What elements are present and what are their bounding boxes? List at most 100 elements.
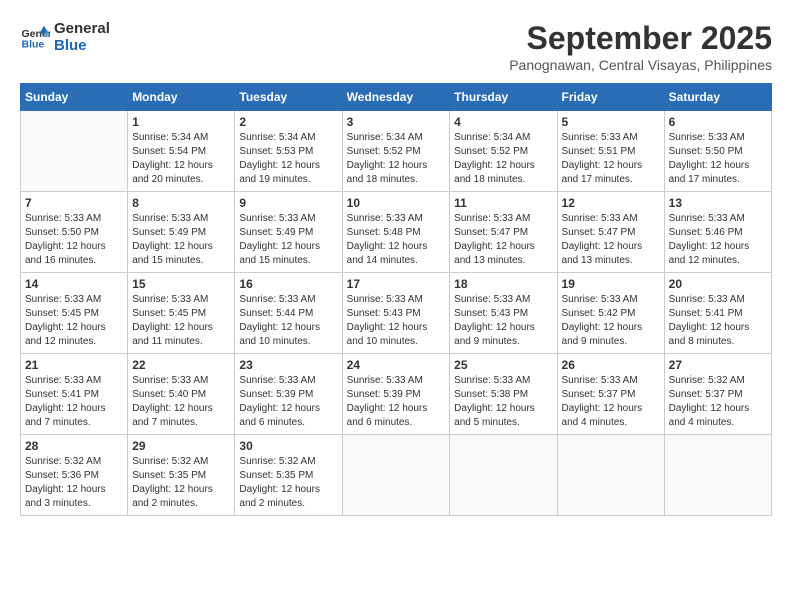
day-header-friday: Friday [557, 84, 664, 111]
calendar-cell: 4 Sunrise: 5:34 AM Sunset: 5:52 PM Daylig… [450, 111, 557, 192]
cell-date: 3 [347, 115, 446, 129]
calendar-cell: 12 Sunrise: 5:33 AM Sunset: 5:47 PM Dayli… [557, 192, 664, 273]
calendar-cell: 5 Sunrise: 5:33 AM Sunset: 5:51 PM Daylig… [557, 111, 664, 192]
cell-content: Sunrise: 5:33 AM Sunset: 5:51 PM Dayligh… [562, 131, 660, 187]
svg-text:Blue: Blue [22, 39, 45, 51]
calendar-cell: 11 Sunrise: 5:33 AM Sunset: 5:47 PM Dayli… [450, 192, 557, 273]
calendar-cell: 2 Sunrise: 5:34 AM Sunset: 5:53 PM Daylig… [235, 111, 342, 192]
cell-date: 10 [347, 196, 446, 210]
calendar-cell: 18Sunrise: 5:33 AM Sunset: 5:43 PM Dayli… [450, 273, 557, 354]
day-header-tuesday: Tuesday [235, 84, 342, 111]
calendar-header-row: SundayMondayTuesdayWednesdayThursdayFrid… [21, 84, 772, 111]
calendar-cell: 15 Sunrise: 5:33 AM Sunset: 5:45 PM Dayli… [128, 273, 235, 354]
header: General Blue General Blue September 2025… [20, 20, 772, 73]
cell-date: 6 [669, 115, 767, 129]
cell-content: Sunrise: 5:34 AM Sunset: 5:52 PM Dayligh… [454, 131, 552, 187]
cell-date: 19 [562, 277, 660, 291]
calendar-cell: 10 Sunrise: 5:33 AM Sunset: 5:48 PM Dayli… [342, 192, 450, 273]
cell-date: 4 [454, 115, 552, 129]
cell-date: 8 [132, 196, 230, 210]
calendar-cell: 6 Sunrise: 5:33 AM Sunset: 5:50 PM Daylig… [664, 111, 771, 192]
calendar-cell [450, 435, 557, 516]
cell-date: 29 [132, 439, 230, 453]
cell-content: Sunrise: 5:33 AM Sunset: 5:41 PM Dayligh… [669, 293, 767, 349]
day-header-saturday: Saturday [664, 84, 771, 111]
cell-content: Sunrise: 5:33 AM Sunset: 5:39 PM Dayligh… [347, 374, 446, 430]
cell-date: 9 [239, 196, 337, 210]
calendar-cell [21, 111, 128, 192]
calendar-cell: 30 Sunrise: 5:32 AM Sunset: 5:35 PM Dayli… [235, 435, 342, 516]
logo-icon: General Blue [20, 22, 50, 52]
cell-content: Sunrise: 5:33 AM Sunset: 5:37 PM Dayligh… [562, 374, 660, 430]
calendar-cell: 29 Sunrise: 5:32 AM Sunset: 5:35 PM Dayli… [128, 435, 235, 516]
cell-content: Sunrise: 5:32 AM Sunset: 5:37 PM Dayligh… [669, 374, 767, 430]
cell-date: 5 [562, 115, 660, 129]
calendar-week-row: 7Sunrise: 5:33 AM Sunset: 5:50 PM Daylig… [21, 192, 772, 273]
cell-content: Sunrise: 5:32 AM Sunset: 5:35 PM Dayligh… [132, 455, 230, 511]
calendar-cell: 14Sunrise: 5:33 AM Sunset: 5:45 PM Dayli… [21, 273, 128, 354]
cell-date: 24 [347, 358, 446, 372]
calendar-cell: 19 Sunrise: 5:33 AM Sunset: 5:42 PM Dayli… [557, 273, 664, 354]
calendar-cell: 3Sunrise: 5:34 AM Sunset: 5:52 PM Daylig… [342, 111, 450, 192]
logo: General Blue General Blue [20, 20, 110, 54]
calendar-cell [664, 435, 771, 516]
cell-content: Sunrise: 5:33 AM Sunset: 5:41 PM Dayligh… [25, 374, 123, 430]
cell-content: Sunrise: 5:33 AM Sunset: 5:40 PM Dayligh… [132, 374, 230, 430]
cell-content: Sunrise: 5:33 AM Sunset: 5:42 PM Dayligh… [562, 293, 660, 349]
title-section: September 2025 Panognawan, Central Visay… [509, 20, 772, 73]
cell-date: 27 [669, 358, 767, 372]
cell-content: Sunrise: 5:33 AM Sunset: 5:50 PM Dayligh… [669, 131, 767, 187]
calendar-cell: 20 Sunrise: 5:33 AM Sunset: 5:41 PM Dayli… [664, 273, 771, 354]
day-header-monday: Monday [128, 84, 235, 111]
calendar-week-row: 28 Sunrise: 5:32 AM Sunset: 5:36 PM Dayli… [21, 435, 772, 516]
calendar-cell: 17Sunrise: 5:33 AM Sunset: 5:43 PM Dayli… [342, 273, 450, 354]
cell-date: 30 [239, 439, 337, 453]
calendar-cell: 8Sunrise: 5:33 AM Sunset: 5:49 PM Daylig… [128, 192, 235, 273]
cell-date: 20 [669, 277, 767, 291]
cell-date: 25 [454, 358, 552, 372]
cell-date: 17 [347, 277, 446, 291]
cell-date: 11 [454, 196, 552, 210]
calendar-week-row: 1 Sunrise: 5:34 AM Sunset: 5:54 PM Daylig… [21, 111, 772, 192]
cell-date: 23 [239, 358, 337, 372]
cell-date: 15 [132, 277, 230, 291]
day-header-thursday: Thursday [450, 84, 557, 111]
cell-content: Sunrise: 5:33 AM Sunset: 5:47 PM Dayligh… [454, 212, 552, 268]
cell-content: Sunrise: 5:33 AM Sunset: 5:47 PM Dayligh… [562, 212, 660, 268]
cell-content: Sunrise: 5:33 AM Sunset: 5:45 PM Dayligh… [132, 293, 230, 349]
cell-date: 28 [25, 439, 123, 453]
day-header-wednesday: Wednesday [342, 84, 450, 111]
calendar-cell: 23Sunrise: 5:33 AM Sunset: 5:39 PM Dayli… [235, 354, 342, 435]
cell-content: Sunrise: 5:34 AM Sunset: 5:53 PM Dayligh… [239, 131, 337, 187]
cell-content: Sunrise: 5:32 AM Sunset: 5:36 PM Dayligh… [25, 455, 123, 511]
cell-date: 2 [239, 115, 337, 129]
logo-text-blue: Blue [54, 37, 110, 54]
page-title: September 2025 [509, 20, 772, 57]
calendar-cell: 9 Sunrise: 5:33 AM Sunset: 5:49 PM Daylig… [235, 192, 342, 273]
calendar-cell: 27 Sunrise: 5:32 AM Sunset: 5:37 PM Dayli… [664, 354, 771, 435]
cell-date: 18 [454, 277, 552, 291]
cell-date: 21 [25, 358, 123, 372]
page-subtitle: Panognawan, Central Visayas, Philippines [509, 57, 772, 73]
calendar-week-row: 14 Sunrise: 5:33 AM Sunset: 5:45 PM Dayli… [21, 273, 772, 354]
cell-date: 13 [669, 196, 767, 210]
cell-content: Sunrise: 5:34 AM Sunset: 5:54 PM Dayligh… [132, 131, 230, 187]
cell-date: 14 [25, 277, 123, 291]
cell-date: 1 [132, 115, 230, 129]
cell-content: Sunrise: 5:33 AM Sunset: 5:48 PM Dayligh… [347, 212, 446, 268]
cell-date: 12 [562, 196, 660, 210]
cell-date: 26 [562, 358, 660, 372]
calendar-table: SundayMondayTuesdayWednesdayThursdayFrid… [20, 83, 772, 516]
calendar-cell: 13Sunrise: 5:33 AM Sunset: 5:46 PM Dayli… [664, 192, 771, 273]
calendar-cell: 21 Sunrise: 5:33 AM Sunset: 5:41 PM Dayli… [21, 354, 128, 435]
cell-date: 16 [239, 277, 337, 291]
cell-content: Sunrise: 5:33 AM Sunset: 5:38 PM Dayligh… [454, 374, 552, 430]
cell-content: Sunrise: 5:32 AM Sunset: 5:35 PM Dayligh… [239, 455, 337, 511]
calendar-cell [342, 435, 450, 516]
cell-content: Sunrise: 5:33 AM Sunset: 5:50 PM Dayligh… [25, 212, 123, 268]
calendar-cell: 25 Sunrise: 5:33 AM Sunset: 5:38 PM Dayli… [450, 354, 557, 435]
day-header-sunday: Sunday [21, 84, 128, 111]
calendar-cell: 28 Sunrise: 5:32 AM Sunset: 5:36 PM Dayli… [21, 435, 128, 516]
cell-content: Sunrise: 5:33 AM Sunset: 5:49 PM Dayligh… [239, 212, 337, 268]
calendar-cell: 1 Sunrise: 5:34 AM Sunset: 5:54 PM Daylig… [128, 111, 235, 192]
